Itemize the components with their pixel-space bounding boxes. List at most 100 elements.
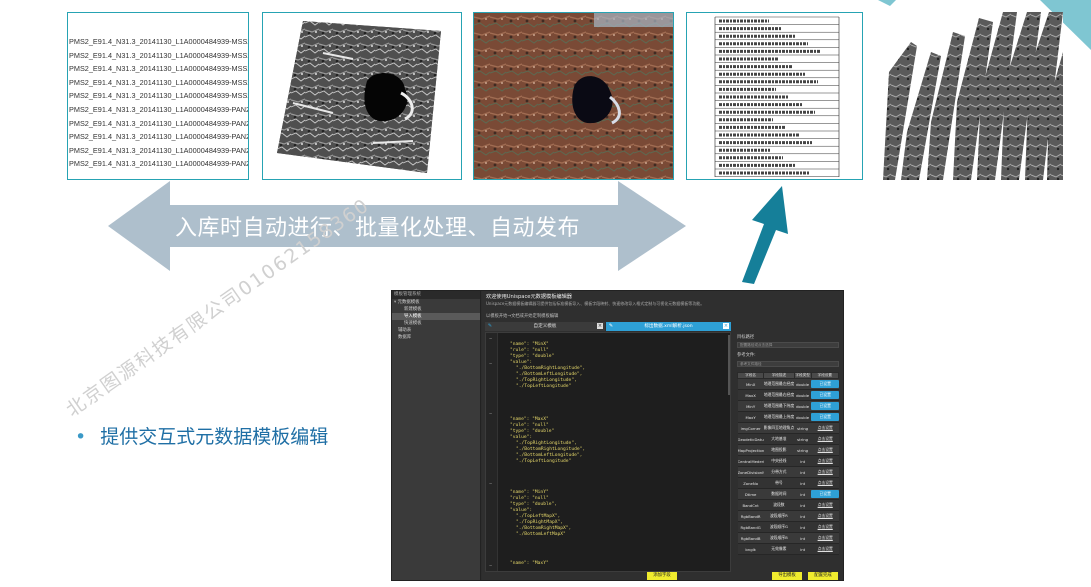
field-setting-button[interactable]: 点击设置: [811, 524, 838, 530]
table-row[interactable]: imgCorner 影像四至地理角点 string 点击设置: [737, 422, 839, 434]
file-list-item: PMS2_E91.4_N31.3_20141130_L1A0000484939-…: [69, 77, 249, 87]
table-cell: 波段顺序G: [763, 521, 795, 533]
table-row[interactable]: CentralMederian中央经线int点击设置: [737, 455, 839, 467]
up-arrow: [742, 186, 788, 284]
table-cell: string: [794, 422, 812, 434]
field-setting-cell[interactable]: 点击设置: [811, 444, 839, 456]
table-row[interactable]: RgbBandG 波段顺序G int 点击设置: [737, 521, 839, 533]
field-setting-cell[interactable]: 点击设置: [811, 521, 839, 533]
tree-item-quick[interactable]: 快速模板: [392, 320, 480, 327]
field-setting-cell[interactable]: 点击设置: [811, 422, 839, 434]
editor-title: 欢迎使用Unispace元数据模板编辑器: [486, 294, 572, 300]
finish-config-button[interactable]: 配置完成: [808, 572, 838, 580]
field-setting-button[interactable]: 已设置: [811, 402, 839, 410]
tree-item-new[interactable]: 新建模板: [392, 306, 480, 313]
tree-item-templates[interactable]: ▾ 元数据模板: [392, 299, 480, 306]
metadata-table-image: [687, 13, 862, 179]
table-cell: MinY: [737, 400, 764, 412]
fold-marker-icon[interactable]: −: [489, 563, 492, 569]
table-row[interactable]: MinY地理范围最下纬度小值double已设置: [737, 400, 839, 412]
json-code-editor[interactable]: "name": "MinX" "rule": "null" "type": "dou…: [485, 332, 731, 572]
field-setting-button[interactable]: 点击设置: [811, 425, 838, 431]
table-row[interactable]: MaxX地理范围最右经度大值double已设置: [737, 389, 839, 401]
fold-marker-icon[interactable]: −: [489, 336, 492, 342]
table-cell: 分带方式: [763, 466, 795, 478]
table-cell: MapProjection: [737, 444, 764, 456]
field-setting-button[interactable]: 点击设置: [811, 436, 838, 442]
table-row[interactable]: bnglk 无效像素 int 点击设置: [737, 543, 839, 555]
table-cell: CentralMederian: [737, 455, 764, 467]
fold-marker-icon[interactable]: −: [489, 361, 492, 367]
file-list-item: PMS2_E91.4_N31.3_20141130_L1A0000484939-…: [69, 118, 249, 128]
fold-marker-icon[interactable]: −: [489, 411, 492, 417]
field-setting-cell[interactable]: 点击设置: [811, 466, 839, 478]
field-setting-cell[interactable]: 点击设置: [811, 532, 839, 544]
feature-bullet: • 提供交互式元数据模板编辑: [75, 422, 328, 449]
strip-mosaic-panel: [881, 12, 1063, 180]
field-setting-cell[interactable]: 点击设置: [811, 499, 839, 511]
table-row[interactable]: MapProjection 地图投影 string 点击设置: [737, 444, 839, 456]
field-setting-button[interactable]: 点击设置: [811, 513, 838, 519]
table-row[interactable]: Dtime 数据时间 int 已设置: [737, 488, 839, 500]
field-setting-cell[interactable]: 点击设置: [811, 433, 839, 445]
feature-bullet-text: 提供交互式元数据模板编辑: [100, 426, 329, 448]
metadata-document-panel: [686, 12, 863, 180]
field-setting-button[interactable]: 已设置: [811, 490, 839, 498]
close-icon[interactable]: ×: [597, 323, 603, 329]
table-row[interactable]: MinX地理范围最左经度小值double已设置: [737, 378, 839, 390]
add-field-button[interactable]: 添加字段: [647, 572, 677, 580]
table-cell: 带号: [763, 477, 795, 489]
ref-file-input[interactable]: 参考文件路径: [737, 361, 839, 367]
table-row[interactable]: BandCnt 波段数 int 点击设置: [737, 499, 839, 511]
tab-parse-json[interactable]: ✎ 标出数据.xml解析.json ×: [606, 322, 731, 331]
field-setting-cell[interactable]: 已设置: [811, 411, 839, 423]
target-path-input[interactable]: 配置路径或点击选择: [737, 342, 839, 348]
sidebar: 模板管理系统 ▾ 元数据模板 新建模板 导入模板 快速模板 辅助表 数据库: [392, 291, 481, 580]
field-setting-button[interactable]: 点击设置: [811, 447, 838, 453]
field-setting-cell[interactable]: 已设置: [811, 400, 839, 412]
table-cell: 地理范围最下纬度小值: [763, 400, 795, 412]
field-setting-button[interactable]: 点击设置: [811, 480, 838, 486]
tree-item-import[interactable]: 导入模板: [392, 313, 480, 320]
table-row[interactable]: RgbBandB 波段顺序B int 点击设置: [737, 532, 839, 544]
field-setting-button[interactable]: 点击设置: [811, 502, 838, 508]
field-setting-button[interactable]: 点击设置: [811, 546, 838, 552]
field-setting-button[interactable]: 点击设置: [811, 458, 838, 464]
table-cell: string: [794, 444, 812, 456]
export-template-button[interactable]: 导出模板: [772, 572, 802, 580]
editor-gutter: [486, 333, 498, 571]
code-line: "name": "MaxY": [510, 561, 549, 566]
field-setting-button[interactable]: 已设置: [811, 391, 839, 399]
close-icon[interactable]: ×: [723, 323, 729, 329]
table-cell: double: [794, 389, 812, 401]
field-setting-button[interactable]: 点击设置: [811, 535, 838, 541]
field-setting-cell[interactable]: 点击设置: [811, 543, 839, 555]
table-cell: int: [794, 521, 812, 533]
tab-custom-template[interactable]: ✎ 自定义模板 ×: [485, 322, 605, 331]
table-cell: 地理范围最上纬度大值: [763, 411, 795, 423]
tree-item-aux[interactable]: 辅助表: [392, 327, 480, 334]
field-setting-cell[interactable]: 点击设置: [811, 510, 839, 522]
field-setting-cell[interactable]: 已设置: [811, 488, 839, 500]
field-setting-button[interactable]: 点击设置: [811, 469, 838, 475]
editor-scrollbar[interactable]: [728, 335, 730, 395]
table-row[interactable]: ZoneDivisionMode分带方式int点击设置: [737, 466, 839, 478]
file-list-panel: PMS2_E91.4_N31.3_20141130_L1A0000484939-…: [67, 12, 249, 180]
field-setting-cell[interactable]: 点击设置: [811, 477, 839, 489]
field-setting-button[interactable]: 已设置: [811, 380, 839, 388]
fold-marker-icon[interactable]: −: [489, 481, 492, 487]
field-setting-button[interactable]: 已设置: [811, 413, 839, 421]
field-setting-cell[interactable]: 点击设置: [811, 455, 839, 467]
ref-file-label: 参考文件:: [737, 353, 756, 358]
main-area: 欢迎使用Unispace元数据模板编辑器 Unispace元数据模板编辑器可提供…: [482, 291, 843, 580]
target-path-label: 目标路径: [737, 335, 755, 340]
field-setting-cell[interactable]: 已设置: [811, 378, 839, 390]
editor-description: Unispace元数据模板编辑器可提供包括标准模板导入、模板字段映射、快速修改导…: [486, 301, 705, 306]
table-row[interactable]: MaxY地理范围最上纬度大值double已设置: [737, 411, 839, 423]
tree-item-db[interactable]: 数据库: [392, 334, 480, 341]
field-setting-cell[interactable]: 已设置: [811, 389, 839, 401]
table-row[interactable]: GeodeticDatum大地基准string点击设置: [737, 433, 839, 445]
table-cell: int: [794, 477, 812, 489]
table-row[interactable]: RgbBandR 波段顺序R int 点击设置: [737, 510, 839, 522]
table-row[interactable]: ZoneNo 带号 int 点击设置: [737, 477, 839, 489]
